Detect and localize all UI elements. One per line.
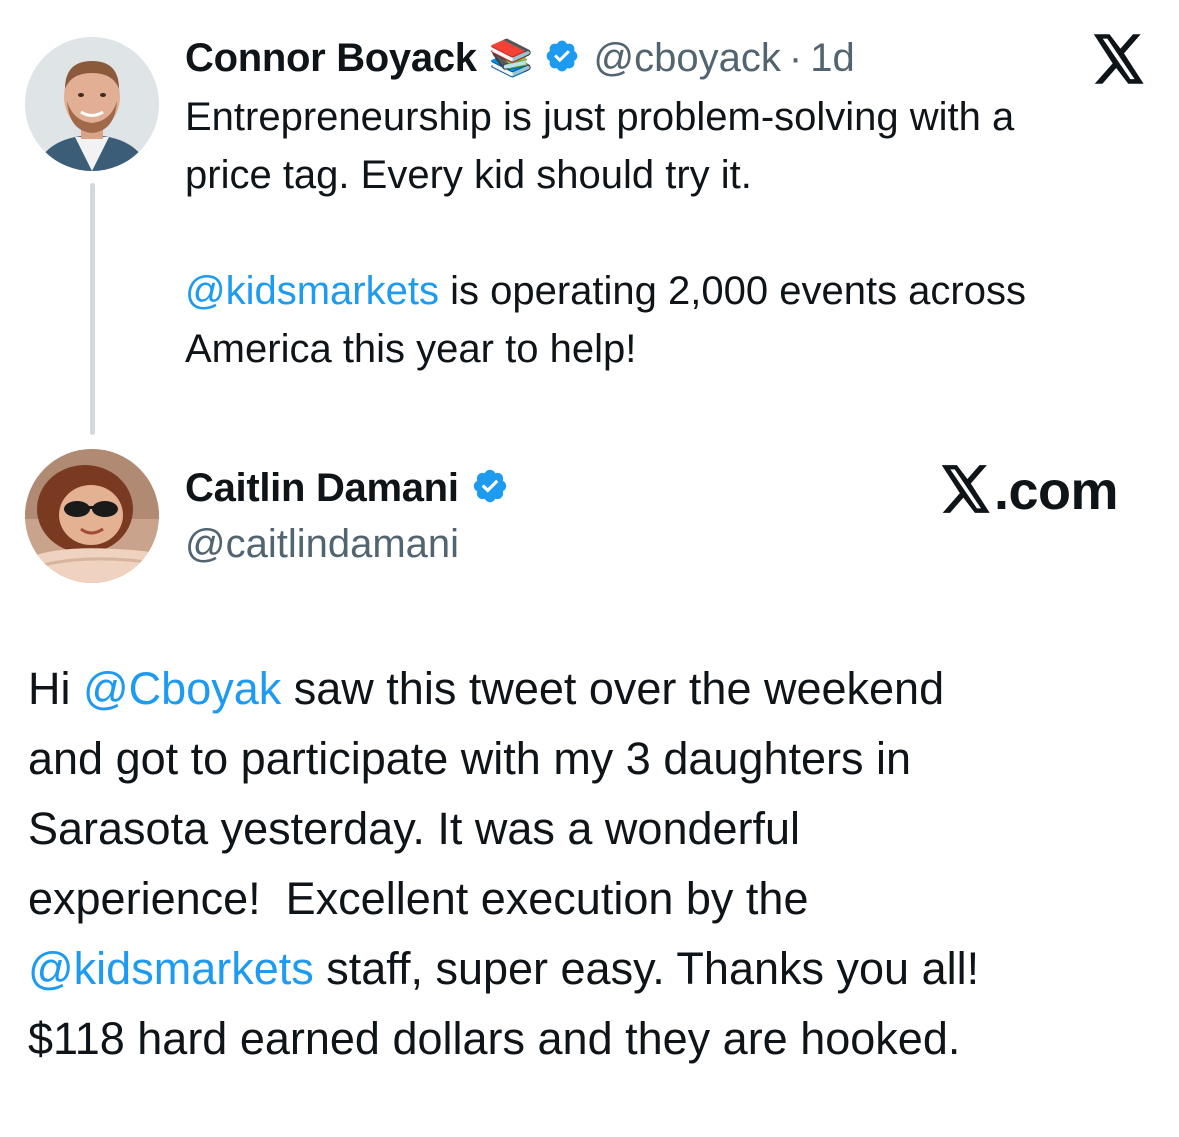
original-tweet-header: Connor Boyack 📚 @cboyack · 1d xyxy=(185,30,855,86)
tweet-time[interactable]: 1d xyxy=(810,36,855,81)
reply-text-line: @kidsmarkets staff, super easy. Thanks y… xyxy=(28,934,1158,1004)
mention-kidsmarkets-link[interactable]: @kidsmarkets xyxy=(28,943,314,994)
reply-text-line: Sarasota yesterday. It was a wonderful xyxy=(28,803,801,854)
original-text-line: America this year to help! xyxy=(185,327,637,371)
original-text-line: Entrepreneurship is just problem-solving… xyxy=(185,95,1015,139)
verified-badge-icon xyxy=(471,467,509,510)
x-com-label: .com xyxy=(994,461,1119,521)
reply-text-segment: Hi xyxy=(28,663,83,714)
original-text-line: @kidsmarkets is operating 2,000 events a… xyxy=(185,262,1165,320)
original-handle[interactable]: @cboyack xyxy=(594,36,781,81)
mention-kidsmarkets-link[interactable]: @kidsmarkets xyxy=(185,269,439,313)
reply-text-line: and got to participate with my 3 daughte… xyxy=(28,733,912,784)
connor-avatar[interactable] xyxy=(25,37,159,171)
x-logo-icon[interactable] xyxy=(1092,34,1146,84)
time-separator: · xyxy=(788,35,803,80)
reply-handle[interactable]: @caitlindamani xyxy=(185,518,459,570)
original-author-name[interactable]: Connor Boyack xyxy=(185,36,477,81)
caitlin-avatar[interactable] xyxy=(25,449,159,583)
books-emoji: 📚 xyxy=(488,37,534,78)
thread-connector-line xyxy=(90,183,95,435)
reply-text-line: $118 hard earned dollars and they are ho… xyxy=(28,1013,961,1064)
reply-text-line: experience! Excellent execution by the xyxy=(28,873,809,924)
original-text-segment: is operating 2,000 events across xyxy=(438,269,1026,313)
reply-author-name[interactable]: Caitlin Damani xyxy=(185,466,459,511)
x-com-logo[interactable]: .com xyxy=(940,461,1119,521)
x-logo-icon xyxy=(940,464,992,518)
original-text-line: price tag. Every kid should try it. xyxy=(185,153,752,197)
reply-text-segment: saw this tweet over the weekend xyxy=(281,663,945,714)
reply-text: Hi @Cboyak saw this tweet over the weeke… xyxy=(28,654,1158,1074)
reply-text-segment: staff, super easy. Thanks you all! xyxy=(313,943,980,994)
mention-cboyak-link[interactable]: @Cboyak xyxy=(83,663,281,714)
original-tweet-text: Entrepreneurship is just problem-solving… xyxy=(185,88,1165,378)
reply-header: Caitlin Damani xyxy=(185,460,509,516)
verified-badge-icon xyxy=(544,38,580,79)
reply-text-line: Hi @Cboyak saw this tweet over the weeke… xyxy=(28,654,1158,724)
